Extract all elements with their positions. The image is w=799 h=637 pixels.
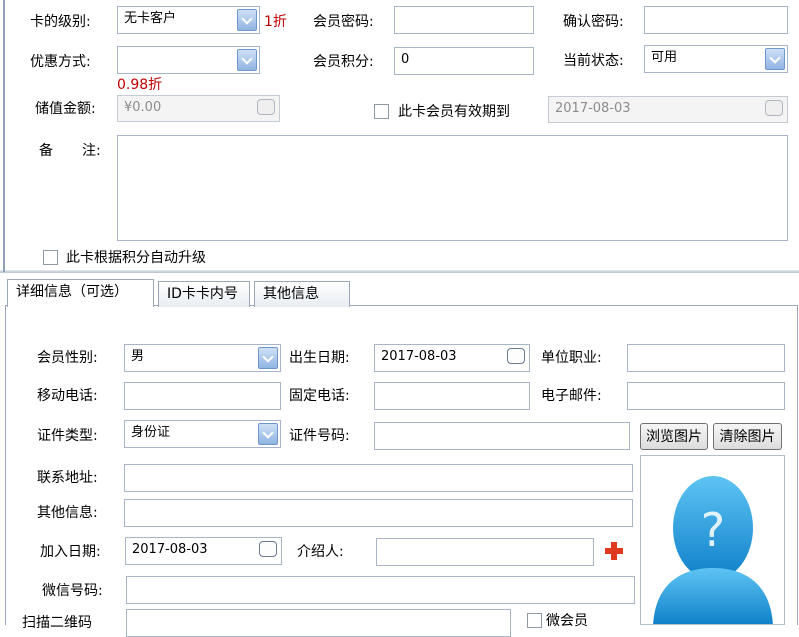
chevron-down-icon[interactable] [258,347,278,369]
remark-label-2: 注: [82,143,101,159]
stored-value-amount: ¥0.00 [124,100,162,115]
chevron-down-icon[interactable] [237,49,257,71]
mobile-label: 移动电话: [37,388,98,404]
validity-date-value: 2017-08-03 [555,101,631,116]
discount-rate: 0.98折 [117,77,163,93]
confirm-password-label: 确认密码: [563,14,624,30]
id-type-value: 身份证 [131,425,171,440]
tab-other-info[interactable]: 其他信息 [254,281,350,307]
email-input[interactable] [627,382,785,410]
current-status-select[interactable]: 可用 [644,45,788,73]
avatar-placeholder-icon: ? [653,476,773,624]
gender-value: 男 [131,349,145,364]
gender-label: 会员性别: [37,350,98,366]
auto-upgrade-checkbox[interactable] [43,250,58,265]
left-border [3,0,5,272]
validity-label: 此卡会员有效期到 [398,104,510,120]
member-photo: ? [640,455,785,625]
wechat-label: 微信号码: [42,583,103,599]
add-referrer-icon[interactable] [603,540,625,562]
scan-qr-label: 扫描二维码 [22,615,92,631]
wechat-member-label: 微会员 [546,613,588,629]
clear-image-button[interactable]: 清除图片 [713,423,782,450]
join-date-input[interactable]: 2017-08-03 [125,537,282,565]
remark-label-1: 备 [39,143,53,159]
discount-method-select[interactable] [117,46,260,74]
browse-image-button[interactable]: 浏览图片 [640,423,708,450]
phone-input[interactable] [374,382,530,410]
mobile-input[interactable] [124,382,281,410]
calendar-icon [765,100,783,116]
member-points-input[interactable]: 0 [394,47,534,75]
member-points-label: 会员积分: [313,54,374,70]
stored-value-label: 储值金额: [35,101,96,117]
member-password-label: 会员密码: [313,14,374,30]
card-level-value: 无卡客户 [124,11,177,26]
calendar-icon[interactable] [507,348,525,364]
address-input[interactable] [124,464,633,492]
birth-date-label: 出生日期: [289,350,350,366]
confirm-password-input[interactable] [644,6,788,34]
referrer-label: 介绍人: [297,544,344,560]
scan-qr-input[interactable] [126,609,511,637]
remark-textarea[interactable] [117,135,788,241]
tab-other-info-label: 其他信息 [263,286,319,302]
other-info-label: 其他信息: [37,505,98,521]
card-level-discount: 1折 [264,14,287,30]
validity-checkbox[interactable] [374,104,389,119]
birth-date-value: 2017-08-03 [381,349,457,364]
validity-date-input: 2017-08-03 [548,96,788,123]
card-level-label: 卡的级别: [30,14,91,30]
wechat-member-checkbox[interactable] [527,613,542,628]
id-number-label: 证件号码: [289,428,350,444]
phone-label: 固定电话: [289,388,350,404]
current-status-label: 当前状态: [563,53,624,69]
auto-upgrade-label: 此卡根据积分自动升级 [66,250,206,266]
current-status-value: 可用 [651,50,678,65]
id-type-select[interactable]: 身份证 [124,420,281,448]
tab-id-card-label: ID卡卡内号 [167,286,238,302]
spin-button-icon [257,99,275,115]
member-password-input[interactable] [394,6,534,34]
address-label: 联系地址: [37,470,98,486]
join-date-label: 加入日期: [40,544,101,560]
birth-date-input[interactable]: 2017-08-03 [374,344,530,372]
wechat-input[interactable] [126,576,635,604]
id-type-label: 证件类型: [37,428,98,444]
stored-value-input: ¥0.00 [117,95,280,122]
gender-select[interactable]: 男 [124,344,281,372]
occupation-input[interactable] [627,344,785,372]
referrer-input[interactable] [376,538,594,566]
email-label: 电子邮件: [541,388,602,404]
card-level-select[interactable]: 无卡客户 [117,6,260,34]
tab-id-card[interactable]: ID卡卡内号 [158,281,250,307]
calendar-icon[interactable] [259,541,277,557]
chevron-down-icon[interactable] [258,423,278,445]
chevron-down-icon[interactable] [765,48,785,70]
tab-details-label: 详细信息（可选） [16,284,128,300]
section-divider [0,270,799,273]
tab-details[interactable]: 详细信息（可选） [7,279,154,307]
id-number-input[interactable] [374,422,630,450]
join-date-value: 2017-08-03 [132,542,208,557]
member-points-value: 0 [401,52,410,67]
discount-method-label: 优惠方式: [30,54,91,70]
other-info-input[interactable] [124,499,633,527]
chevron-down-icon[interactable] [237,9,257,31]
svg-text:?: ? [701,503,725,557]
occupation-label: 单位职业: [541,350,602,366]
